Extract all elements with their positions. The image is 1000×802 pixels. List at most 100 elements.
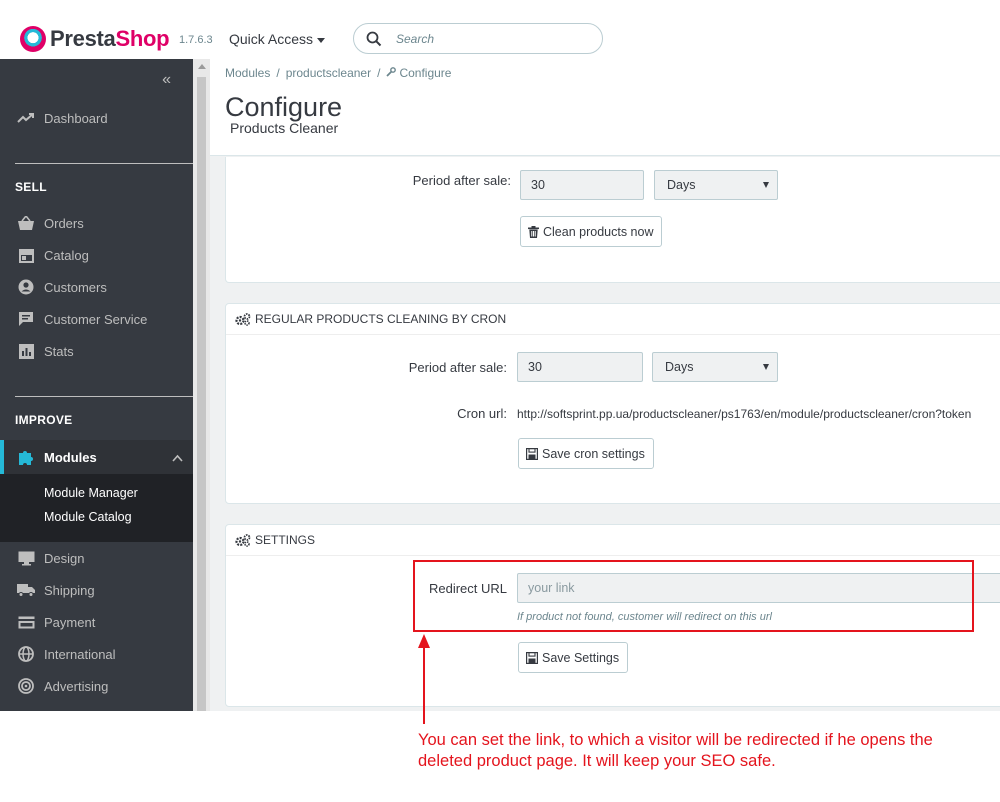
basket-icon xyxy=(16,215,36,231)
collapse-sidebar-icon[interactable]: « xyxy=(162,71,171,89)
select-arrow-icon xyxy=(763,364,769,370)
select-value: Days xyxy=(665,360,694,374)
page-header: Modules / productscleaner / Configure Config… xyxy=(210,59,1000,156)
sidebar-item-advertising[interactable]: Advertising xyxy=(0,672,193,700)
annotation-highlight-box xyxy=(413,560,974,632)
sidebar-item-dashboard[interactable]: Dashboard xyxy=(0,104,193,132)
sidebar-item-label: Shipping xyxy=(44,582,95,598)
sidebar: « Dashboard SELL Orders Catalog Customer… xyxy=(0,59,193,711)
sidebar-item-customers[interactable]: Customers xyxy=(0,273,193,301)
save-icon xyxy=(526,651,538,664)
select-value: Days xyxy=(667,178,696,192)
cron-period-unit-select[interactable]: Days xyxy=(652,352,778,382)
scrollbar-thumb[interactable] xyxy=(197,77,206,711)
sidebar-item-label: Payment xyxy=(44,614,96,630)
page-title: Configure xyxy=(225,92,343,122)
sidebar-item-label: Design xyxy=(44,550,85,566)
button-label: Clean products now xyxy=(543,224,654,239)
chevron-up-icon xyxy=(172,450,183,465)
sidebar-divider xyxy=(15,396,193,397)
page-subtitle: Products Cleaner xyxy=(230,120,339,136)
search-input[interactable] xyxy=(396,31,576,46)
globe-icon xyxy=(16,646,36,662)
sidebar-scrollbar[interactable] xyxy=(193,59,210,711)
select-arrow-icon xyxy=(763,182,769,188)
section-title-improve: IMPROVE xyxy=(15,413,73,427)
caret-down-icon xyxy=(317,37,326,43)
sidebar-item-label: Catalog xyxy=(44,247,89,263)
sidebar-item-international[interactable]: International xyxy=(0,640,193,668)
wrench-icon xyxy=(386,66,397,80)
panel-heading-text: SETTINGS xyxy=(255,533,316,547)
top-bar: PrestaShop 1.7.6.3 Quick Access xyxy=(0,0,1000,59)
section-title-sell: SELL xyxy=(15,180,47,194)
sidebar-item-design[interactable]: Design xyxy=(0,544,193,572)
panel-manual-clean: Period after sale: 30 Days Clean product… xyxy=(225,157,1000,283)
sidebar-item-label: International xyxy=(44,646,116,662)
manual-period-input[interactable]: 30 xyxy=(520,170,644,200)
annotation-arrow-line xyxy=(423,646,425,724)
sidebar-item-label: Customer Service xyxy=(44,311,148,327)
cron-url-value[interactable]: http://softsprint.pp.ua/productscleaner/… xyxy=(517,407,1000,421)
cron-url-label: Cron url: xyxy=(457,406,507,421)
truck-icon xyxy=(16,582,36,598)
sidebar-item-label: Modules xyxy=(44,449,97,465)
panel-heading-settings: SETTINGS xyxy=(226,525,1000,556)
prestashop-logo[interactable]: PrestaShop xyxy=(20,26,170,52)
trending-up-icon xyxy=(16,110,36,126)
sidebar-item-catalog[interactable]: Catalog xyxy=(0,241,193,269)
clean-products-now-button[interactable]: Clean products now xyxy=(520,216,663,247)
panel-heading-cron: REGULAR PRODUCTS CLEANING BY CRON xyxy=(226,304,1000,335)
breadcrumb-item-configure: Configure xyxy=(399,66,452,80)
target-icon xyxy=(16,678,36,694)
breadcrumb: Modules / productscleaner / Configure xyxy=(225,66,452,80)
submenu-item-module-manager[interactable]: Module Manager xyxy=(44,486,138,500)
save-cron-settings-button[interactable]: Save cron settings xyxy=(518,438,654,469)
puffin-icon xyxy=(20,26,46,52)
sidebar-item-label: Advertising xyxy=(44,678,109,694)
monitor-icon xyxy=(16,550,36,566)
sidebar-item-orders[interactable]: Orders xyxy=(0,209,193,237)
sidebar-item-label: Dashboard xyxy=(44,110,108,126)
manual-period-unit-select[interactable]: Days xyxy=(654,170,778,200)
breadcrumb-item-modules[interactable]: Modules xyxy=(225,66,270,80)
panel-heading-text: REGULAR PRODUCTS CLEANING BY CRON xyxy=(255,312,507,326)
quick-access-label: Quick Access xyxy=(229,31,314,47)
save-icon xyxy=(526,447,538,460)
sidebar-item-label: Customers xyxy=(44,279,107,295)
bar-chart-icon xyxy=(16,343,36,359)
button-label: Save cron settings xyxy=(542,446,645,461)
chat-icon xyxy=(16,311,36,327)
version-label: 1.7.6.3 xyxy=(179,34,213,46)
period-after-sale-label: Period after sale: xyxy=(408,360,507,375)
save-settings-button[interactable]: Save Settings xyxy=(518,642,629,673)
button-label: Save Settings xyxy=(542,650,620,665)
active-indicator xyxy=(0,440,4,474)
logo-text: PrestaShop xyxy=(50,26,170,51)
sidebar-item-label: Stats xyxy=(44,343,74,359)
cogs-icon xyxy=(235,533,251,547)
sidebar-item-label: Orders xyxy=(44,215,84,231)
scroll-up-icon[interactable] xyxy=(198,64,206,69)
cogs-icon xyxy=(235,312,251,326)
panel-cron-cleaning: REGULAR PRODUCTS CLEANING BY CRON Period… xyxy=(225,303,1000,504)
cron-period-input[interactable]: 30 xyxy=(517,352,643,382)
submenu-item-module-catalog[interactable]: Module Catalog xyxy=(44,510,132,524)
sidebar-item-payment[interactable]: Payment xyxy=(0,608,193,636)
breadcrumb-item-productscleaner[interactable]: productscleaner xyxy=(286,66,371,80)
period-after-sale-label: Period after sale: xyxy=(412,173,511,188)
modules-submenu: Module Manager Module Catalog xyxy=(0,474,193,542)
store-icon xyxy=(16,247,36,263)
credit-card-icon xyxy=(16,614,36,630)
sidebar-divider xyxy=(15,163,193,164)
sidebar-item-stats[interactable]: Stats xyxy=(0,337,193,365)
search-icon[interactable] xyxy=(366,31,382,47)
sidebar-item-modules[interactable]: Modules xyxy=(0,440,193,474)
sidebar-item-customer-service[interactable]: Customer Service xyxy=(0,305,193,333)
quick-access-dropdown[interactable]: Quick Access xyxy=(229,31,326,47)
annotation-text: You can set the link, to which a visitor… xyxy=(418,731,933,770)
account-circle-icon xyxy=(16,279,36,295)
sidebar-item-shipping[interactable]: Shipping xyxy=(0,576,193,604)
puzzle-icon xyxy=(16,449,36,465)
search-box[interactable] xyxy=(353,23,603,54)
